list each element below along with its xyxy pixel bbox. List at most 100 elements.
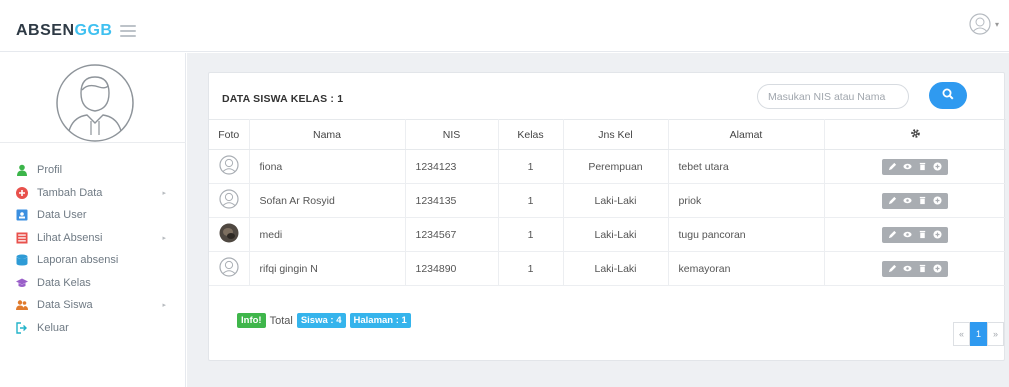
row-kelas: 1 (498, 251, 564, 286)
add-icon[interactable] (933, 230, 942, 239)
default-avatar-icon (219, 155, 239, 178)
row-photo-cell (209, 149, 250, 184)
sidebar-item-label: Laporan absensi (37, 254, 119, 267)
row-nama: medi (249, 217, 406, 252)
delete-icon[interactable] (918, 162, 927, 171)
sidebar-item-lihat-absensi[interactable]: Lihat Absensi ▸ (0, 227, 186, 250)
sidebar-item-tambah-data[interactable]: Tambah Data ▸ (0, 182, 186, 205)
table-row: fiona 1234123 1 Perempuan tebet utara (209, 149, 1006, 184)
edit-icon[interactable] (888, 162, 897, 171)
table-header-row: Foto Nama NIS Kelas Jns Kel Alamat (209, 119, 1006, 150)
col-header-alamat: Alamat (668, 119, 825, 150)
graduation-cap-icon (16, 278, 28, 287)
sidebar-item-profil[interactable]: Profil (0, 159, 186, 182)
row-photo-cell (209, 217, 250, 252)
brand-main: ABSEN (16, 22, 75, 39)
profile-avatar-icon (56, 64, 134, 142)
row-nis: 1234890 (405, 251, 499, 286)
search-button[interactable] (929, 82, 967, 109)
search-icon (942, 88, 954, 100)
sidebar-item-label: Data Kelas (37, 276, 91, 289)
sidebar-item-label: Keluar (37, 321, 69, 334)
halaman-badge: Halaman : 1 (349, 313, 411, 328)
edit-icon[interactable] (888, 196, 897, 205)
sidebar: Profil Tambah Data ▸ Data User Lihat Abs… (0, 53, 186, 387)
row-alamat: priok (668, 183, 825, 218)
edit-icon[interactable] (888, 264, 897, 273)
row-jns-kel: Laki-Laki (563, 251, 669, 286)
default-avatar-icon (219, 189, 239, 212)
row-nis: 1234123 (405, 149, 499, 184)
row-nama: rifqi gingin N (249, 251, 406, 286)
row-actions-cell (824, 183, 1006, 218)
edit-icon[interactable] (888, 230, 897, 239)
chevron-down-icon: ▾ (994, 20, 999, 29)
col-header-settings (824, 119, 1006, 150)
sidebar-item-laporan-absensi[interactable]: Laporan absensi (0, 249, 186, 272)
row-kelas: 1 (498, 217, 564, 252)
sign-out-icon (16, 322, 27, 334)
brand-logo[interactable]: ABSENGGB (16, 22, 112, 40)
chevron-right-icon: ▸ (162, 189, 166, 197)
student-table: Foto Nama NIS Kelas Jns Kel Alamat fiona… (209, 119, 1006, 286)
profile-area (0, 53, 186, 143)
row-alamat: tebet utara (668, 149, 825, 184)
info-badge: Info! (237, 313, 266, 328)
hamburger-icon[interactable] (120, 25, 136, 37)
view-icon[interactable] (903, 196, 912, 205)
main-content: DATA SISWA KELAS : 1 Foto Nama NIS Kelas… (187, 53, 1009, 387)
row-photo-cell (209, 251, 250, 286)
delete-icon[interactable] (918, 230, 927, 239)
gear-icon[interactable] (910, 128, 921, 139)
delete-icon[interactable] (918, 196, 927, 205)
row-nis: 1234567 (405, 217, 499, 252)
table-row: Sofan Ar Rosyid 1234135 1 Laki-Laki priok (209, 183, 1006, 218)
row-kelas: 1 (498, 149, 564, 184)
default-avatar-icon (219, 257, 239, 280)
sidebar-item-label: Lihat Absensi (37, 231, 103, 244)
pagination-page-1[interactable]: 1 (970, 322, 987, 346)
sidebar-item-data-siswa[interactable]: Data Siswa ▸ (0, 294, 186, 317)
col-header-kelas: Kelas (498, 119, 564, 150)
pagination-next[interactable]: » (987, 322, 1004, 346)
list-icon (16, 232, 28, 244)
id-card-icon (16, 209, 28, 221)
row-jns-kel: Perempuan (563, 149, 669, 184)
user-menu[interactable]: ▾ (969, 13, 999, 37)
pagination-prev[interactable]: « (953, 322, 970, 346)
student-photo (219, 223, 239, 246)
sidebar-item-label: Data Siswa (37, 299, 93, 312)
sidebar-item-label: Tambah Data (37, 186, 103, 199)
view-icon[interactable] (903, 162, 912, 171)
brand-accent: GGB (74, 22, 113, 39)
view-icon[interactable] (903, 230, 912, 239)
sidebar-item-data-user[interactable]: Data User (0, 204, 186, 227)
row-nis: 1234135 (405, 183, 499, 218)
summary-footer: Info! Total Siswa : 4 Halaman : 1 (237, 313, 411, 328)
siswa-count-badge: Siswa : 4 (296, 313, 346, 328)
view-icon[interactable] (903, 264, 912, 273)
pagination: « 1 » (953, 322, 1004, 346)
chevron-right-icon: ▸ (162, 234, 166, 242)
sidebar-item-data-kelas[interactable]: Data Kelas (0, 272, 186, 295)
row-action-group (882, 158, 949, 175)
sidebar-menu: Profil Tambah Data ▸ Data User Lihat Abs… (0, 159, 186, 339)
row-nama: fiona (249, 149, 406, 184)
row-nama: Sofan Ar Rosyid (249, 183, 406, 218)
table-row: medi 1234567 1 Laki-Laki tugu pancoran (209, 217, 1006, 252)
add-icon[interactable] (933, 162, 942, 171)
sidebar-item-keluar[interactable]: Keluar (0, 317, 186, 340)
row-action-group (882, 192, 949, 209)
row-jns-kel: Laki-Laki (563, 217, 669, 252)
row-actions-cell (824, 217, 1006, 252)
add-icon[interactable] (933, 196, 942, 205)
person-icon (17, 164, 27, 177)
delete-icon[interactable] (918, 264, 927, 273)
search-input[interactable] (757, 84, 909, 109)
add-icon[interactable] (933, 264, 942, 273)
row-alamat: tugu pancoran (668, 217, 825, 252)
row-alamat: kemayoran (668, 251, 825, 286)
row-action-group (882, 260, 949, 277)
sidebar-item-label: Data User (37, 209, 87, 222)
col-header-nama: Nama (249, 119, 406, 150)
